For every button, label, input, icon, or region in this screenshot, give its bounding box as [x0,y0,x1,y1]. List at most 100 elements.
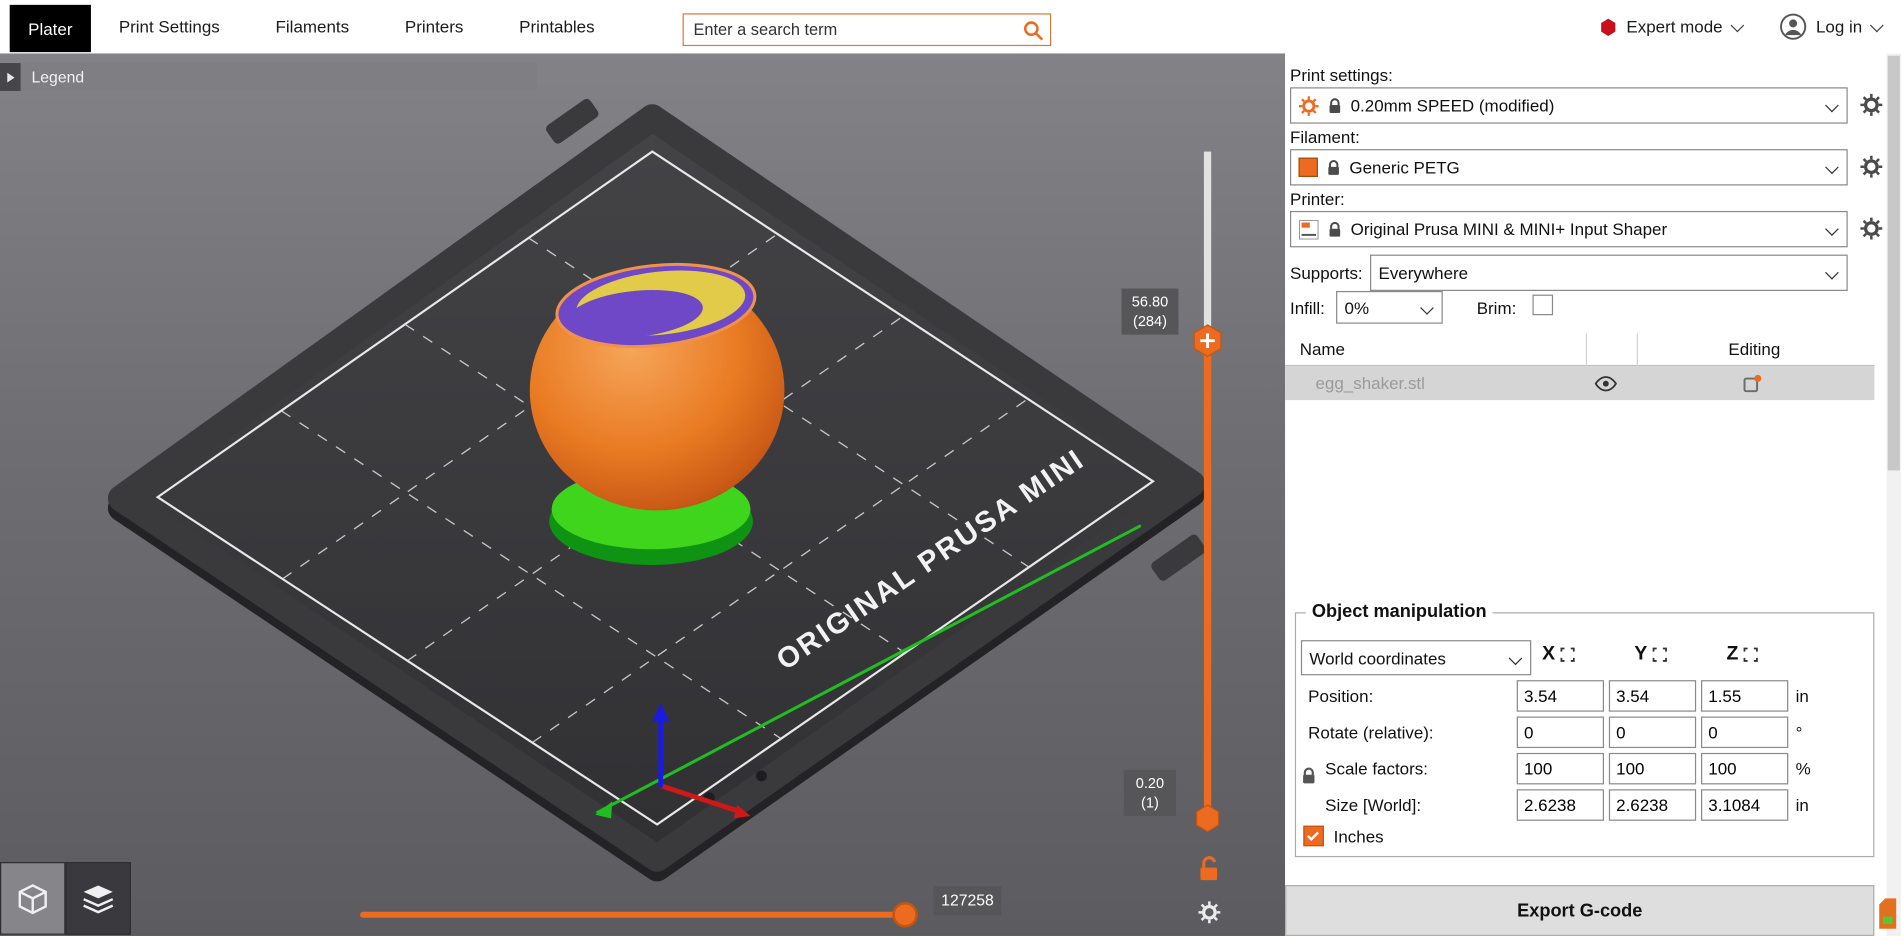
layer-slider-bottom-badge: 0.20 (1) [1123,769,1177,817]
export-gcode-button[interactable]: Export G-code [1285,885,1875,936]
filament-color-swatch [1298,157,1318,178]
legend-expand-icon[interactable] [0,63,21,91]
eye-icon[interactable] [1594,376,1617,392]
axis-box-icon[interactable] [1652,647,1667,662]
model-egg-shaker[interactable] [529,255,785,565]
top-bar: Plater Print Settings Filaments Printers… [0,0,1901,54]
tab-print-settings[interactable]: Print Settings [119,17,220,36]
legend-label: Legend [31,67,85,87]
settings-sidebar: Print settings: 0.20mm SPEED (modified) … [1285,53,1886,936]
brim-checkbox[interactable] [1532,294,1554,316]
search-icon[interactable] [1022,19,1044,41]
layer-bottom-index: (1) [1141,794,1159,812]
layer-slider-track-upper[interactable] [1203,151,1212,341]
chevron-down-icon [1508,651,1523,666]
scale-x-input[interactable] [1516,752,1605,785]
print-settings-gear-button[interactable] [1860,93,1883,116]
supports-combo[interactable]: Everywhere [1370,254,1848,291]
name-column-header: Name [1299,339,1345,359]
layer-top-index: (284) [1132,313,1167,331]
chevron-down-icon [1825,222,1839,237]
search-input[interactable] [693,20,1023,39]
axis-box-icon[interactable] [1560,647,1575,662]
scrollbar-thumb[interactable] [1887,55,1900,471]
position-x-input[interactable] [1516,680,1605,712]
object-list-row[interactable]: egg_shaker.stl [1285,366,1875,401]
chevron-down-icon [1825,265,1839,280]
legend-bar[interactable]: Legend [0,63,538,91]
infill-combo[interactable]: 0% [1336,290,1443,324]
rotate-x-input[interactable] [1516,716,1605,749]
filament-combo[interactable]: Generic PETG [1289,149,1848,186]
lock-icon [1325,158,1342,176]
uniform-scale-lock-icon[interactable] [1300,766,1318,785]
object-manipulation-title: Object manipulation [1305,601,1493,622]
export-to-sd-icon[interactable] [1876,897,1900,930]
chevron-down-icon [1825,160,1839,175]
layer-slider-track-lower[interactable] [1203,340,1212,819]
axis-z-label: Z [1726,643,1739,665]
tab-plater[interactable]: Plater [9,4,91,53]
axis-header-x: X [1542,644,1574,666]
position-y-input[interactable] [1608,680,1697,712]
lock-icon [1326,96,1343,114]
printer-combo[interactable]: Original Prusa MINI & MINI+ Input Shaper [1289,210,1848,248]
position-z-input[interactable] [1700,680,1789,712]
object-manipulation-panel: Object manipulation World coordinates X … [1294,601,1875,858]
sidebar-scrollbar[interactable] [1886,53,1901,936]
filament-value: Generic PETG [1349,157,1460,178]
print-settings-value: 0.20mm SPEED (modified) [1350,95,1555,116]
view-preview-button[interactable] [65,862,131,935]
object-list-header: Name Editing [1285,333,1875,367]
move-slider-handle[interactable] [892,902,918,928]
layer-slider-upper-handle[interactable] [1192,324,1224,358]
viewport-3d[interactable]: ORIGINAL PRUSA MINI Legend 56.80 (284) 0… [0,53,1286,936]
slider-gear-icon[interactable] [1198,901,1221,924]
scale-y-input[interactable] [1608,752,1697,785]
login-label: Log in [1815,16,1863,37]
size-y-input[interactable] [1608,789,1697,821]
scene-canvas: ORIGINAL PRUSA MINI [107,98,1206,882]
scale-z-input[interactable] [1700,752,1789,785]
axis-box-icon[interactable] [1743,647,1758,662]
filament-label: Filament: [1289,127,1360,147]
tab-printers[interactable]: Printers [405,17,463,36]
move-slider-track[interactable] [360,911,918,918]
object-settings-icon[interactable] [1742,373,1763,394]
bed-tab [1151,534,1206,581]
rotate-y-input[interactable] [1608,716,1697,749]
tab-printables[interactable]: Printables [519,17,594,36]
size-z-input[interactable] [1700,789,1789,821]
axis-header-z: Z [1726,644,1757,666]
printer-gear-button[interactable] [1860,217,1883,240]
chevron-down-icon [1420,301,1434,315]
export-gcode-label: Export G-code [1517,900,1643,921]
search-box [682,13,1052,47]
mode-select[interactable]: Expert mode [1601,16,1745,37]
rotate-label: Rotate (relative): [1308,722,1434,742]
tab-plater-label: Plater [28,18,73,39]
unlock-icon[interactable] [1195,856,1222,883]
layer-top-height: 56.80 [1131,293,1169,311]
avatar-icon [1778,12,1807,41]
layer-slider-top-badge: 56.80 (284) [1121,288,1179,336]
cube-icon [13,879,52,918]
supports-label: Supports: [1289,263,1363,283]
coordinates-combo[interactable]: World coordinates [1300,640,1532,676]
layers-icon [79,879,118,918]
inches-checkbox[interactable] [1303,825,1324,847]
mode-label: Expert mode [1626,16,1723,37]
login-control[interactable]: Log in [1778,12,1884,41]
rotate-z-input[interactable] [1700,716,1789,749]
print-settings-combo[interactable]: 0.20mm SPEED (modified) [1289,87,1848,124]
gear-icon [1298,95,1319,116]
layer-bottom-height: 0.20 [1135,774,1165,792]
view-3d-editor-button[interactable] [0,862,66,935]
size-x-input[interactable] [1516,789,1605,821]
layer-slider-lower-handle[interactable] [1194,804,1221,833]
tab-filaments[interactable]: Filaments [276,17,350,36]
scale-label: Scale factors: [1325,758,1428,779]
object-name: egg_shaker.stl [1315,373,1425,393]
filament-gear-button[interactable] [1860,155,1883,178]
editing-column-header: Editing [1728,339,1781,359]
